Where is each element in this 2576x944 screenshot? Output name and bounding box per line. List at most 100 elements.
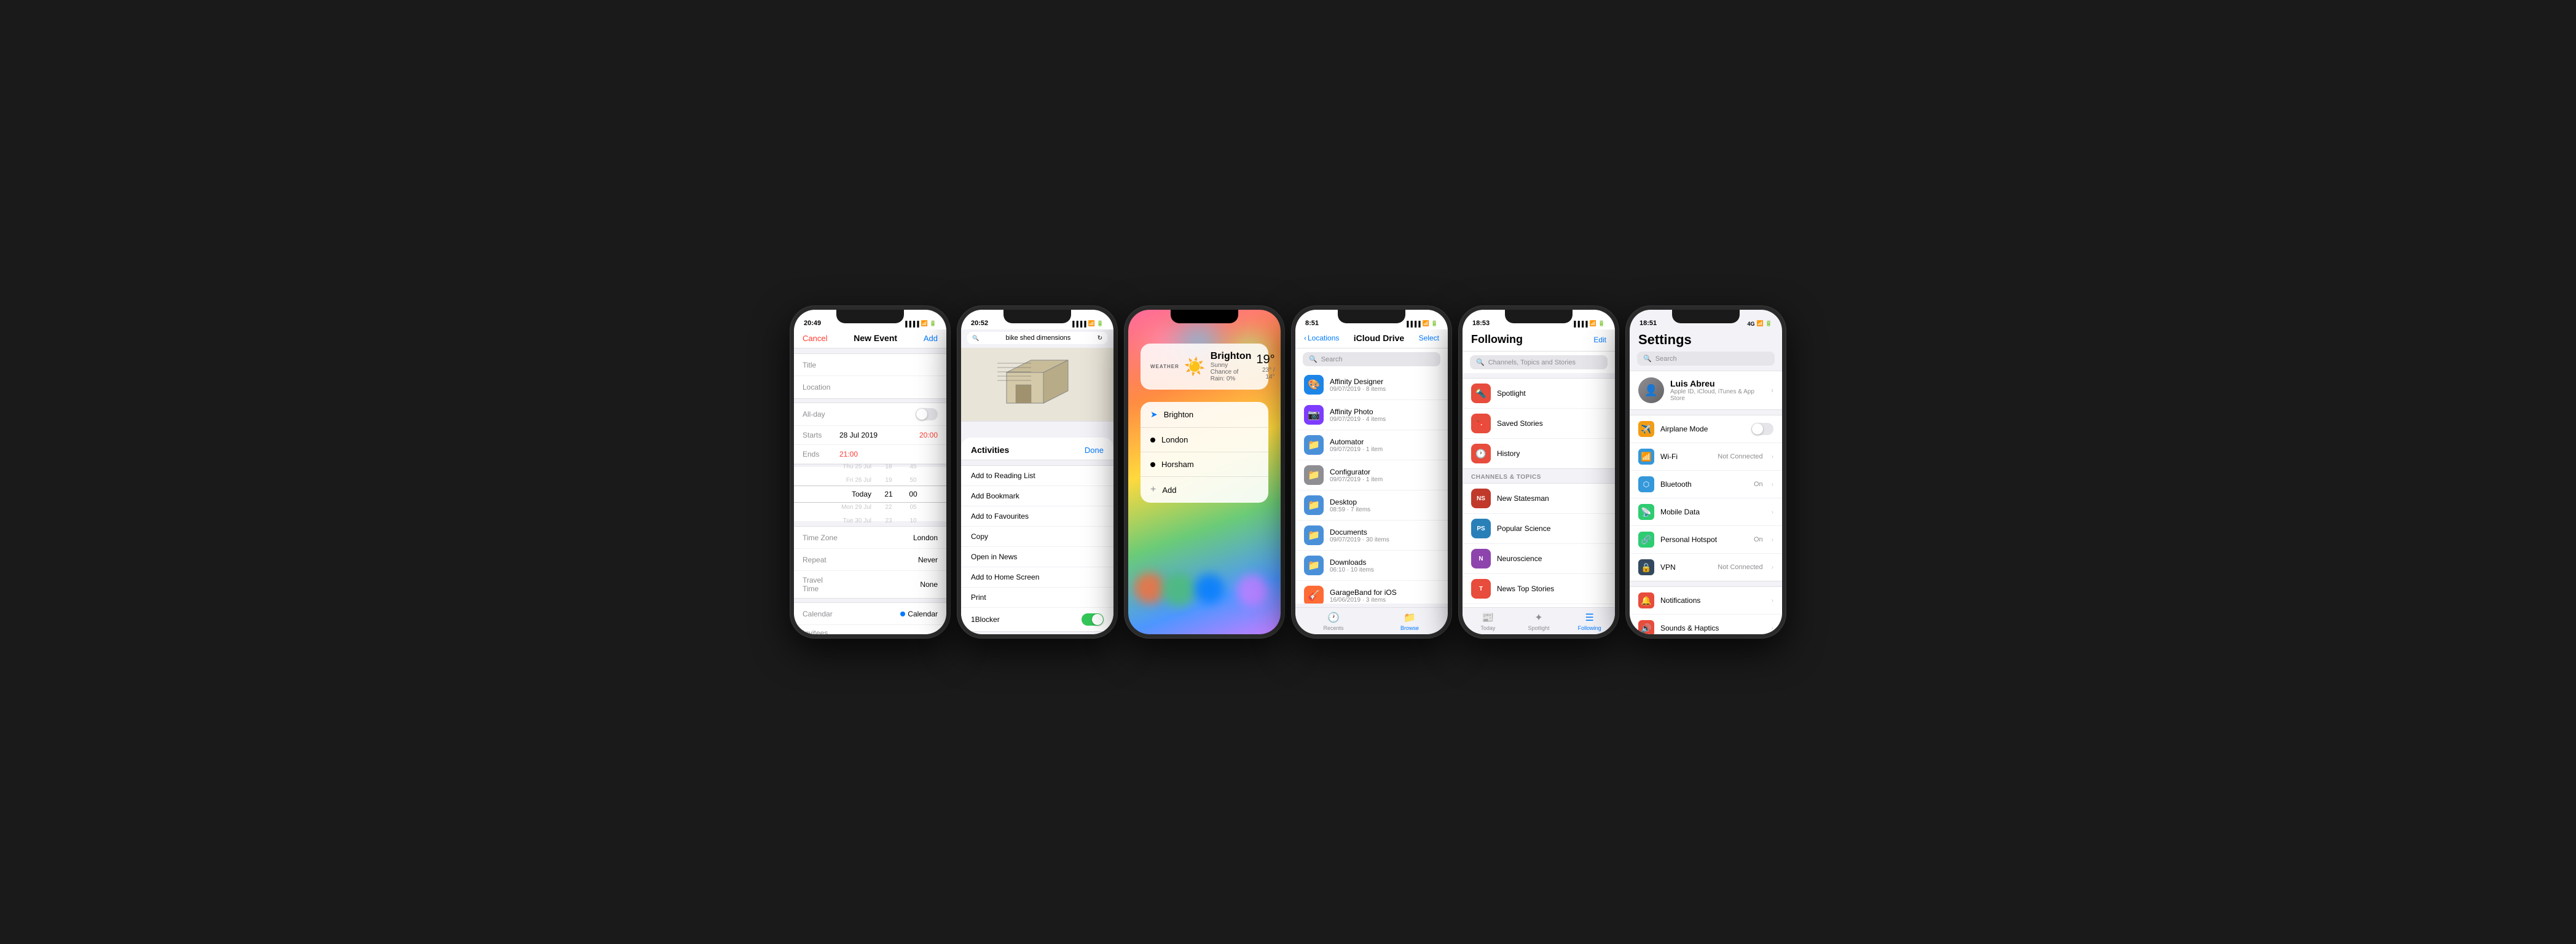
search-icon-settings: 🔍 bbox=[1643, 355, 1652, 363]
file-automator[interactable]: 📁 Automator 09/07/2019 · 1 item bbox=[1295, 430, 1448, 460]
status-icons-5: ▐▐▐▐ 📶 🔋 bbox=[1572, 320, 1605, 327]
invitees-row[interactable]: Invitees bbox=[794, 625, 946, 634]
channel-new-statesman[interactable]: NS New Statesman bbox=[1463, 484, 1615, 514]
safari-url-bar[interactable]: 🔍 bike shed dimensions ↻ bbox=[967, 332, 1107, 344]
settings-hotspot[interactable]: 🔗 Personal Hotspot On bbox=[1630, 526, 1782, 554]
blocker-toggle[interactable] bbox=[1082, 613, 1104, 626]
phone-frame-3: WEATHER ☀️ Brighton Sunny Chance of Rain… bbox=[1125, 306, 1284, 638]
settings-search-bar[interactable]: 🔍 Search bbox=[1637, 352, 1775, 366]
file-garageband-ios[interactable]: 🎸 GarageBand for iOS 16/06/2019 · 3 item… bbox=[1295, 581, 1448, 604]
settings-mobile-data[interactable]: 📡 Mobile Data bbox=[1630, 498, 1782, 526]
activity-reading-list[interactable]: Add to Reading List bbox=[961, 466, 1113, 486]
tab-recents[interactable]: 🕐 Recents bbox=[1295, 608, 1372, 634]
channel-news-top[interactable]: T News Top Stories bbox=[1463, 574, 1615, 604]
settings-wifi[interactable]: 📶 Wi-Fi Not Connected bbox=[1630, 443, 1782, 471]
settings-airplane[interactable]: ✈️ Airplane Mode bbox=[1630, 415, 1782, 443]
location-horsham[interactable]: Horsham bbox=[1141, 452, 1268, 477]
icloud-back-button[interactable]: ‹ Locations bbox=[1304, 334, 1339, 342]
search-placeholder-icloud: Search bbox=[1321, 356, 1343, 363]
news-top-label: News Top Stories bbox=[1497, 584, 1554, 593]
file-configurator[interactable]: 📁 Configurator 09/07/2019 · 1 item bbox=[1295, 460, 1448, 490]
activities-done-button[interactable]: Done bbox=[1085, 446, 1104, 455]
settings-vpn[interactable]: 🔒 VPN Not Connected bbox=[1630, 554, 1782, 581]
allday-toggle[interactable] bbox=[916, 408, 938, 420]
bottom-circle-4 bbox=[1236, 575, 1268, 607]
file-info-ad: Affinity Designer 09/07/2019 · 8 items bbox=[1330, 377, 1439, 393]
location-add[interactable]: + Add bbox=[1141, 477, 1268, 503]
news-saved-stories[interactable]: 🔖 Saved Stories bbox=[1463, 409, 1615, 439]
activity-1blocker[interactable]: 1Blocker bbox=[961, 608, 1113, 631]
file-desktop[interactable]: 📁 Desktop 08:59 · 7 items bbox=[1295, 490, 1448, 521]
tab-browse[interactable]: 📁 Browse bbox=[1372, 608, 1448, 634]
location-london[interactable]: London bbox=[1141, 428, 1268, 452]
timezone-row[interactable]: Time Zone London bbox=[794, 527, 946, 549]
phone-screen-5: 18:53 ▐▐▐▐ 📶 🔋 Following Edit 🔍 Channels… bbox=[1463, 310, 1615, 634]
travel-time-row[interactable]: Travel Time None bbox=[794, 571, 946, 598]
profile-name: Luis Abreu bbox=[1670, 379, 1765, 388]
repeat-row[interactable]: Repeat Never bbox=[794, 549, 946, 571]
profile-row[interactable]: 👤 Luis Abreu Apple ID, iCloud, iTunes & … bbox=[1630, 371, 1782, 409]
news-search-bar[interactable]: 🔍 Channels, Topics and Stories bbox=[1470, 355, 1608, 369]
activity-print[interactable]: Print bbox=[961, 588, 1113, 608]
status-time-2: 20:52 bbox=[971, 320, 988, 327]
time-picker-highlight bbox=[794, 486, 946, 503]
tab-following[interactable]: ☰ Following bbox=[1564, 608, 1615, 634]
settings-bluetooth[interactable]: ⬡ Bluetooth On bbox=[1630, 471, 1782, 498]
extra-settings: Time Zone London Repeat Never Travel Tim… bbox=[794, 526, 946, 599]
calendar-label: Calendar bbox=[803, 610, 839, 618]
history-icon: 🕐 bbox=[1471, 444, 1491, 463]
channel-popular-science[interactable]: PS Popular Science bbox=[1463, 514, 1615, 544]
bottom-circle-2 bbox=[1162, 573, 1196, 607]
cancel-button[interactable]: Cancel bbox=[803, 334, 827, 343]
mobile-data-icon: 📡 bbox=[1638, 504, 1654, 520]
refresh-icon[interactable]: ↻ bbox=[1098, 335, 1102, 342]
add-location-icon: + bbox=[1150, 484, 1156, 495]
calendar-row[interactable]: Calendar Calendar bbox=[794, 603, 946, 625]
location-dot-london bbox=[1150, 438, 1155, 442]
news-history[interactable]: 🕐 History bbox=[1463, 439, 1615, 468]
recents-icon: 🕐 bbox=[1327, 612, 1340, 624]
tab-spotlight[interactable]: ✦ Spotlight bbox=[1514, 608, 1565, 634]
channel-neuroscience[interactable]: N Neuroscience bbox=[1463, 544, 1615, 574]
add-button[interactable]: Add bbox=[924, 334, 938, 343]
file-icon-docs: 📁 bbox=[1304, 525, 1324, 545]
file-affinity-photo[interactable]: 📷 Affinity Photo 09/07/2019 · 4 items bbox=[1295, 400, 1448, 430]
wifi-icon-1: 📶 bbox=[921, 320, 928, 327]
search-placeholder-settings: Search bbox=[1655, 355, 1677, 363]
tab-today[interactable]: 📰 Today bbox=[1463, 608, 1514, 634]
status-icons-6: 4G 📶 🔋 bbox=[1748, 320, 1772, 327]
activity-add-bookmark[interactable]: Add Bookmark bbox=[961, 486, 1113, 506]
file-downloads[interactable]: 📁 Downloads 06:10 · 10 items bbox=[1295, 551, 1448, 581]
activity-open-news[interactable]: Open in News bbox=[961, 547, 1113, 567]
new-statesman-icon: NS bbox=[1471, 489, 1491, 508]
status-icons-4: ▐▐▐▐ 📶 🔋 bbox=[1405, 320, 1438, 327]
airplane-toggle-knob bbox=[1752, 423, 1763, 435]
blocker-label: 1Blocker bbox=[971, 615, 1000, 624]
news-edit-button[interactable]: Edit bbox=[1593, 336, 1606, 344]
activity-add-home[interactable]: Add to Home Screen bbox=[961, 567, 1113, 588]
time-picker[interactable]: Thu 25 Jul Fri 26 Jul Today Mon 29 Jul T… bbox=[794, 467, 946, 521]
weather-city: Brighton bbox=[1211, 351, 1252, 362]
file-info-gb-ios: GarageBand for iOS 16/06/2019 · 3 items bbox=[1330, 588, 1439, 604]
file-documents[interactable]: 📁 Documents 09/07/2019 · 30 items bbox=[1295, 521, 1448, 551]
activity-copy[interactable]: Copy bbox=[961, 527, 1113, 547]
settings-sounds[interactable]: 🔊 Sounds & Haptics bbox=[1630, 615, 1782, 634]
news-spotlight[interactable]: 🔦 Spotlight bbox=[1463, 379, 1615, 409]
recents-label: Recents bbox=[1323, 625, 1343, 631]
file-meta-ad: 09/07/2019 · 8 items bbox=[1330, 386, 1439, 393]
file-affinity-designer[interactable]: 🎨 Affinity Designer 09/07/2019 · 8 items bbox=[1295, 370, 1448, 400]
location-brighton[interactable]: ➤ Brighton bbox=[1141, 402, 1268, 428]
file-info-auto: Automator 09/07/2019 · 1 item bbox=[1330, 438, 1439, 453]
phone-screen-3: WEATHER ☀️ Brighton Sunny Chance of Rain… bbox=[1128, 310, 1281, 634]
settings-notifications[interactable]: 🔔 Notifications bbox=[1630, 587, 1782, 615]
file-icon-auto: 📁 bbox=[1304, 435, 1324, 455]
wifi-value: Not Connected bbox=[1718, 453, 1762, 460]
saved-stories-label: Saved Stories bbox=[1497, 419, 1543, 428]
icloud-select-button[interactable]: Select bbox=[1419, 334, 1439, 342]
icloud-search-bar[interactable]: 🔍 Search bbox=[1303, 352, 1440, 366]
airplane-toggle[interactable] bbox=[1751, 423, 1773, 435]
search-icon-news: 🔍 bbox=[1476, 358, 1485, 366]
travel-label: Travel Time bbox=[803, 576, 839, 593]
activities-list: Add to Reading List Add Bookmark Add to … bbox=[961, 465, 1113, 632]
activity-add-favourites[interactable]: Add to Favourites bbox=[961, 506, 1113, 527]
